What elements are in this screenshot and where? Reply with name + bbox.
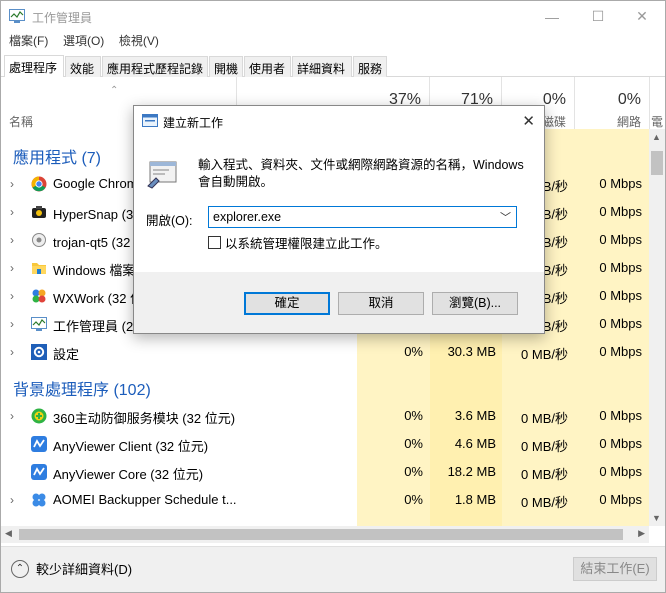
- hypersnap-icon: [32, 206, 46, 218]
- tab-bar: 處理程序 效能 應用程式歷程記錄 開機 使用者 詳細資料 服務: [1, 55, 665, 77]
- run-icon: [142, 114, 158, 127]
- process-name: trojan-qt5 (32 位元): [53, 235, 133, 250]
- wxwork-icon: [32, 289, 46, 303]
- expand-chevron-icon[interactable]: ›: [10, 205, 14, 219]
- tab-app-history[interactable]: 應用程式歷程記錄: [102, 56, 208, 77]
- tab-performance[interactable]: 效能: [65, 56, 101, 77]
- dialog-title-bar: 建立新工作 ✕: [134, 106, 544, 136]
- browse-button[interactable]: 瀏覽(B)...: [432, 292, 518, 315]
- footer-bar: ⌃ 較少詳細資料(D) 結束工作(E): [1, 546, 665, 592]
- menu-view[interactable]: 檢視(V): [119, 32, 159, 49]
- open-label: 開啟(O):: [146, 214, 193, 228]
- group-background-header[interactable]: 背景處理程序 (102): [13, 376, 151, 400]
- horizontal-scroll-thumb[interactable]: [19, 529, 623, 540]
- menu-file[interactable]: 檔案(F): [9, 32, 48, 49]
- menu-options[interactable]: 選項(O): [63, 32, 104, 49]
- create-new-task-dialog: 建立新工作 ✕ 輸入程式、資料夾、文件或網際網路資源的名稱，Windows 會自…: [133, 105, 545, 334]
- close-icon: ✕: [636, 8, 648, 24]
- scroll-up-icon[interactable]: ▲: [652, 132, 661, 142]
- anyviewer-icon: [31, 464, 47, 480]
- maximize-icon: ☐: [591, 8, 605, 24]
- horizontal-scrollbar[interactable]: ◀ ▶: [1, 526, 649, 543]
- process-name: WXWork (32 位元): [53, 291, 133, 306]
- tab-startup[interactable]: 開機: [209, 56, 243, 77]
- expand-chevron-icon[interactable]: ›: [10, 345, 14, 359]
- scroll-down-icon[interactable]: ▼: [652, 513, 661, 523]
- process-name: 360主动防御服务模块 (32 位元): [53, 411, 236, 426]
- settings-gear-icon: [31, 344, 47, 360]
- menu-bar: 檔案(F) 選項(O) 檢視(V): [1, 32, 162, 52]
- open-combobox[interactable]: explorer.exe ﹀: [208, 206, 517, 228]
- tab-details[interactable]: 詳細資料: [292, 56, 352, 77]
- 360-shield-icon: [31, 408, 47, 424]
- fewer-details-label: 較少詳細資料(D): [36, 562, 133, 577]
- window-title: 工作管理員: [32, 11, 93, 25]
- trojan-icon: [32, 233, 46, 247]
- run-program-icon: [147, 161, 177, 189]
- process-name: AOMEI Backupper Schedule t...: [53, 492, 237, 507]
- process-name: 工作管理員 (2): [53, 319, 133, 334]
- process-name: AnyViewer Core (32 位元): [53, 467, 204, 482]
- fewer-details-button[interactable]: ⌃ 較少詳細資料(D): [11, 559, 132, 578]
- end-task-button[interactable]: 結束工作(E): [573, 557, 657, 581]
- group-apps-header[interactable]: 應用程式 (7): [13, 144, 101, 168]
- anyviewer-icon: [31, 436, 47, 452]
- expand-chevron-icon[interactable]: ›: [10, 493, 14, 507]
- process-name: Windows 檔案總管: [53, 263, 135, 278]
- process-name: Google Chrome: [53, 176, 133, 191]
- process-name: HyperSnap (32 位元): [53, 207, 137, 222]
- tab-services[interactable]: 服務: [353, 56, 387, 77]
- cancel-button[interactable]: 取消: [338, 292, 424, 315]
- process-name: AnyViewer Client (32 位元): [53, 439, 209, 454]
- chrome-icon: [31, 176, 47, 192]
- admin-checkbox[interactable]: [208, 236, 221, 249]
- expand-chevron-icon[interactable]: ›: [10, 317, 14, 331]
- list-item[interactable]: › 360主动防御服务模块 (32 位元) 0% 3.6 MB 0 MB/秒 0…: [1, 402, 649, 430]
- dialog-button-bar: 確定 取消 瀏覽(B)...: [134, 272, 544, 333]
- folder-icon: [32, 263, 46, 274]
- expand-chevron-icon[interactable]: ›: [10, 177, 14, 191]
- vertical-scroll-thumb[interactable]: [651, 151, 663, 175]
- title-bar: 工作管理員 — ☐ ✕: [1, 1, 665, 32]
- admin-checkbox-row[interactable]: 以系統管理權限建立此工作。: [208, 233, 388, 252]
- close-button[interactable]: ✕: [619, 1, 665, 32]
- aomei-icon: [32, 493, 46, 507]
- scroll-right-icon[interactable]: ▶: [638, 528, 645, 539]
- list-item[interactable]: › 設定 0% 30.3 MB 0 MB/秒 0 Mbps: [1, 338, 649, 366]
- minimize-button[interactable]: —: [529, 1, 575, 32]
- list-item[interactable]: AnyViewer Client (32 位元) 0% 4.6 MB 0 MB/…: [1, 430, 649, 458]
- task-manager-icon: [31, 317, 47, 331]
- column-power[interactable]: 電: [650, 77, 665, 129]
- task-manager-window: 工作管理員 — ☐ ✕ 檔案(F) 選項(O) 檢視(V) 處理程序 效能 應用…: [0, 0, 666, 593]
- expand-chevron-icon[interactable]: ›: [10, 261, 14, 275]
- list-item[interactable]: › AOMEI Backupper Schedule t... 0% 1.8 M…: [1, 486, 649, 514]
- tab-users[interactable]: 使用者: [244, 56, 291, 77]
- ok-button[interactable]: 確定: [244, 292, 330, 315]
- tab-processes[interactable]: 處理程序: [4, 55, 64, 77]
- vertical-scrollbar[interactable]: ▲ ▼: [649, 129, 665, 526]
- admin-checkbox-label: 以系統管理權限建立此工作。: [225, 237, 388, 251]
- task-manager-icon: [9, 9, 25, 23]
- dialog-close-icon[interactable]: ✕: [522, 112, 535, 130]
- list-item[interactable]: AnyViewer Core (32 位元) 0% 18.2 MB 0 MB/秒…: [1, 458, 649, 486]
- chevron-down-icon[interactable]: ﹀: [500, 209, 511, 225]
- minimize-icon: —: [545, 8, 559, 25]
- column-network[interactable]: 0% 網路: [575, 77, 650, 129]
- expand-chevron-icon[interactable]: ›: [10, 409, 14, 423]
- chevron-up-icon: ⌃: [11, 559, 29, 578]
- process-name: 設定: [53, 347, 80, 362]
- dialog-description: 輸入程式、資料夾、文件或網際網路資源的名稱，Windows 會自動開啟。: [198, 158, 524, 189]
- open-input[interactable]: explorer.exe: [213, 210, 281, 224]
- expand-chevron-icon[interactable]: ›: [10, 289, 14, 303]
- scroll-left-icon[interactable]: ◀: [5, 528, 12, 539]
- dialog-title: 建立新工作: [163, 116, 224, 130]
- expand-chevron-icon[interactable]: ›: [10, 233, 14, 247]
- maximize-button[interactable]: ☐: [575, 1, 621, 32]
